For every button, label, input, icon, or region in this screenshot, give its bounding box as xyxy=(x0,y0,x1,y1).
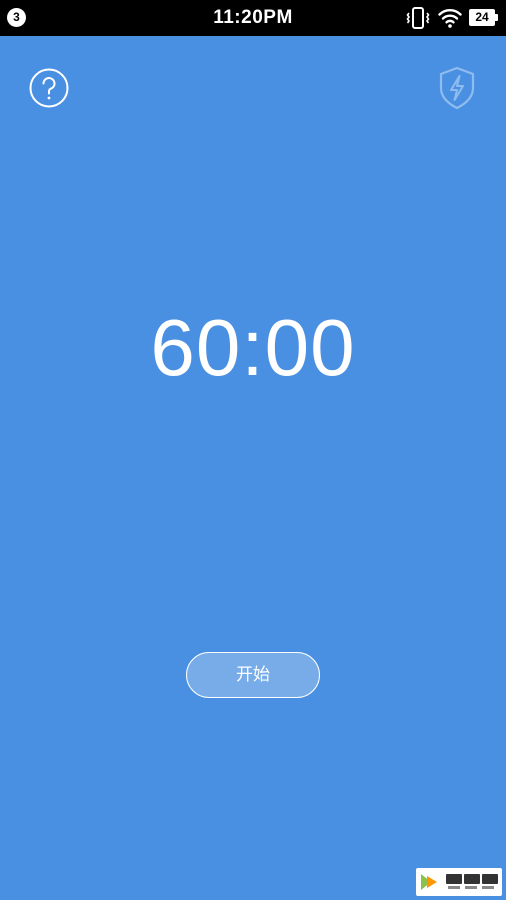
wifi-icon xyxy=(438,9,462,28)
help-circle-icon xyxy=(29,68,69,108)
battery-cap xyxy=(495,14,498,21)
status-time: 11:20PM xyxy=(213,7,293,28)
battery-icon: 24 xyxy=(469,9,499,26)
shield-button[interactable] xyxy=(438,66,476,110)
kuaipan-wordmark xyxy=(446,874,498,889)
start-button[interactable]: 开始 xyxy=(186,652,320,698)
status-bar: 3 11:20PM 24 xyxy=(0,0,506,36)
vibrate-icon xyxy=(406,7,430,29)
help-button[interactable] xyxy=(29,68,69,108)
watermark xyxy=(416,868,502,896)
kuaipan-logo-icon xyxy=(421,874,437,890)
battery-level: 24 xyxy=(469,9,495,26)
shield-bolt-icon xyxy=(439,66,475,110)
timer-display: 60:00 xyxy=(150,303,356,392)
